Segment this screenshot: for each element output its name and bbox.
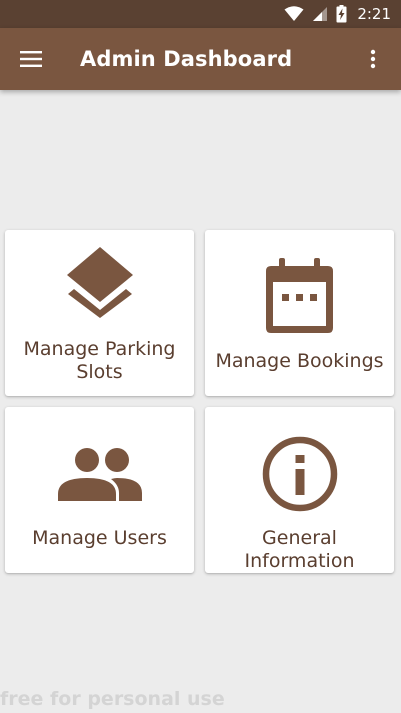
card-label: Manage Users xyxy=(32,527,167,549)
general-information-card[interactable]: General Information xyxy=(205,407,394,573)
manage-bookings-card[interactable]: Manage Bookings xyxy=(205,230,394,396)
overflow-menu-button[interactable] xyxy=(345,28,401,90)
layers-icon xyxy=(67,247,133,318)
more-vertical-icon xyxy=(370,49,376,69)
page-title: Admin Dashboard xyxy=(80,47,293,71)
manage-parking-slots-card[interactable]: Manage Parking Slots xyxy=(5,230,194,396)
watermark: free for personal use xyxy=(0,688,225,710)
app-bar: Admin Dashboard xyxy=(0,28,401,90)
info-icon xyxy=(262,436,338,512)
battery-charging-icon xyxy=(336,5,347,23)
status-bar: 2:21 xyxy=(0,0,401,28)
calendar-icon xyxy=(266,258,333,333)
menu-button[interactable] xyxy=(0,28,62,90)
signal-icon xyxy=(313,7,328,21)
users-icon xyxy=(58,448,142,501)
manage-users-card[interactable]: Manage Users xyxy=(5,407,194,573)
card-label: General Information xyxy=(244,527,355,572)
hamburger-menu-icon xyxy=(20,51,42,67)
card-label: Manage Bookings xyxy=(215,350,384,372)
card-label: Manage Parking Slots xyxy=(23,338,176,383)
status-time: 2:21 xyxy=(357,5,391,23)
wifi-icon xyxy=(284,6,304,21)
